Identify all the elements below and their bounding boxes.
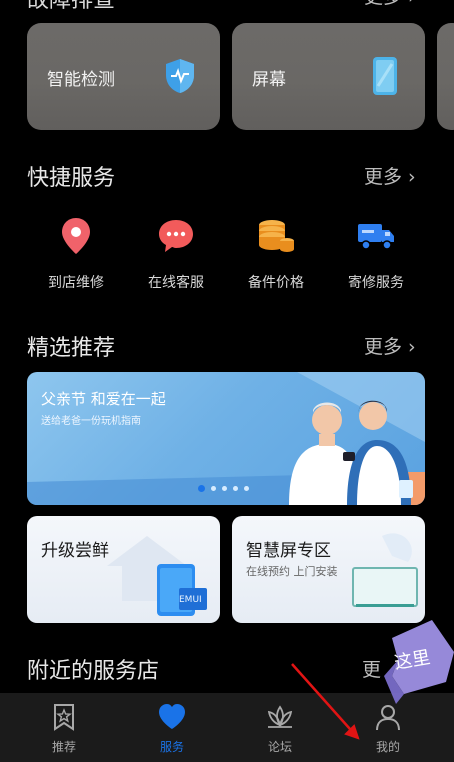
- tab-mine-label: 我的: [375, 740, 400, 754]
- tab-recommend-label: 推荐: [51, 740, 76, 754]
- screen-card[interactable]: 屏幕: [232, 23, 425, 130]
- diagnostic-card-partial[interactable]: [437, 23, 454, 130]
- troubleshoot-more-link[interactable]: 更多 ›: [364, 0, 416, 9]
- nearby-stores-title: 附近的服务店: [27, 659, 160, 684]
- screen-label: 屏幕: [252, 70, 286, 90]
- featured-more-link[interactable]: 更多 ›: [364, 332, 416, 359]
- quick-services-more-link[interactable]: 更多 ›: [364, 162, 416, 189]
- delivery-truck-icon: [326, 214, 426, 258]
- smart-check-label: 智能检测: [47, 70, 115, 90]
- store-repair-label: 到店维修: [48, 275, 104, 291]
- banner-pagination: [198, 485, 249, 492]
- upgrade-illustration: [107, 536, 207, 616]
- coins-icon: [226, 214, 326, 258]
- parts-price-button[interactable]: 备件价格: [226, 214, 326, 292]
- featured-title: 精选推荐: [27, 336, 116, 361]
- nearby-more-link[interactable]: 更: [362, 655, 381, 682]
- smart-screen-card[interactable]: 智慧屏专区 在线预约 上门安装: [232, 516, 425, 623]
- heart-icon: [157, 704, 187, 735]
- phone-screen-icon: [372, 56, 398, 100]
- parts-price-label: 备件价格: [248, 275, 304, 291]
- emui-badge: EMUI: [179, 595, 202, 605]
- fathers-day-banner[interactable]: 父亲节 和爱在一起 送给老爸一份玩机指南: [27, 372, 425, 505]
- tv-illustration: [352, 533, 418, 607]
- location-pin-icon: [26, 214, 126, 258]
- smart-check-card[interactable]: 智能检测: [27, 23, 220, 130]
- pagination-dot[interactable]: [211, 486, 216, 491]
- bookmark-star-icon: [52, 704, 76, 735]
- mail-in-repair-button[interactable]: 寄修服务: [326, 214, 426, 292]
- bottom-tab-bar: 推荐 服务 论坛 我的: [0, 693, 454, 762]
- troubleshoot-section-title: 故障排查: [27, 0, 116, 13]
- upgrade-preview-card[interactable]: 升级尝鲜 EMUI: [27, 516, 220, 623]
- pagination-dot[interactable]: [222, 486, 227, 491]
- person-icon: [374, 705, 402, 735]
- lotus-icon: [264, 705, 296, 735]
- tab-mine[interactable]: 我的: [348, 703, 428, 755]
- tab-forum-label: 论坛: [267, 740, 292, 754]
- pagination-dot[interactable]: [244, 486, 249, 491]
- tab-recommend[interactable]: 推荐: [24, 703, 104, 755]
- shield-pulse-icon: [163, 57, 197, 99]
- mail-in-repair-label: 寄修服务: [348, 275, 404, 291]
- tab-forum[interactable]: 论坛: [240, 703, 320, 755]
- online-support-button[interactable]: 在线客服: [126, 214, 226, 292]
- annotation-label: 这里: [392, 647, 432, 674]
- quick-services-title: 快捷服务: [27, 166, 116, 191]
- store-repair-button[interactable]: 到店维修: [26, 214, 126, 292]
- chat-bubble-icon: [126, 214, 226, 258]
- pagination-dot[interactable]: [233, 486, 238, 491]
- online-support-label: 在线客服: [148, 275, 204, 291]
- tab-service-label: 服务: [159, 740, 184, 754]
- tab-service[interactable]: 服务: [132, 703, 212, 755]
- pagination-dot[interactable]: [198, 485, 205, 492]
